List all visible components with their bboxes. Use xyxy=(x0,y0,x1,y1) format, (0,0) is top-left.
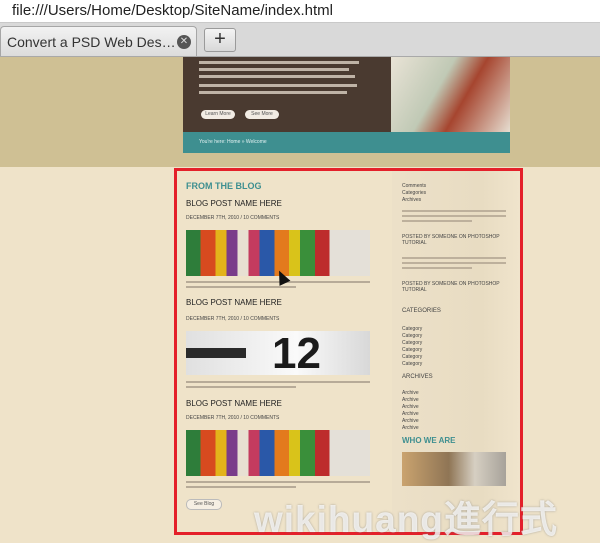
sidebar-link[interactable]: Archives xyxy=(402,197,421,203)
sidebar-text-line xyxy=(402,257,506,259)
sidebar-link[interactable]: Categories xyxy=(402,190,426,196)
breadcrumb: You're here: Home » Welcome xyxy=(199,139,267,145)
hero-text-line xyxy=(199,68,349,71)
post-image-pencils xyxy=(186,430,370,476)
category-link[interactable]: Category xyxy=(402,361,422,367)
clock-hand xyxy=(186,348,246,358)
post-title[interactable]: BLOG POST NAME HERE xyxy=(186,199,282,208)
blog-section-title: FROM THE BLOG xyxy=(186,181,262,191)
sidebar-text-line xyxy=(402,215,506,217)
hero-section: Learn More See More xyxy=(183,57,510,132)
who-we-are-title: WHO WE ARE xyxy=(402,436,456,445)
sidebar-text-line xyxy=(402,220,472,222)
breadcrumb-bar: You're here: Home » Welcome xyxy=(183,132,510,153)
sidebar-text-line xyxy=(402,210,506,212)
clock-number: 12 xyxy=(272,329,321,378)
tab-active[interactable]: Convert a PSD Web Des… ✕ xyxy=(0,26,197,56)
archive-link[interactable]: Archive xyxy=(402,425,419,431)
hero-text-line xyxy=(199,75,355,78)
archive-link[interactable]: Archive xyxy=(402,397,419,403)
post-excerpt-line xyxy=(186,486,296,488)
post-date: DECEMBER 7TH, 2010 / 10 COMMENTS xyxy=(186,316,280,322)
post-excerpt-line xyxy=(186,381,370,383)
archive-link[interactable]: Archive xyxy=(402,390,419,396)
post-title[interactable]: BLOG POST NAME HERE xyxy=(186,298,282,307)
archive-link[interactable]: Archive xyxy=(402,411,419,417)
post-title[interactable]: BLOG POST NAME HERE xyxy=(186,399,282,408)
hero-text-line xyxy=(199,61,359,64)
post-image-clock: 12 xyxy=(186,329,370,378)
post-image-pencils xyxy=(186,230,370,276)
categories-title: CATEGORIES xyxy=(402,308,441,314)
post-excerpt-line xyxy=(186,386,296,388)
see-more-button[interactable]: See More xyxy=(245,110,279,119)
post-date: DECEMBER 7TH, 2010 / 10 COMMENTS xyxy=(186,415,280,421)
category-link[interactable]: Category xyxy=(402,354,422,360)
post-date: DECEMBER 7TH, 2010 / 10 COMMENTS xyxy=(186,215,280,221)
tab-title: Convert a PSD Web Des… xyxy=(7,34,176,50)
archive-link[interactable]: Archive xyxy=(402,418,419,424)
sidebar-text-line xyxy=(402,262,506,264)
category-link[interactable]: Category xyxy=(402,326,422,332)
who-we-are-image xyxy=(402,452,506,486)
sidebar-text-line xyxy=(402,267,472,269)
address-text: file:///Users/Home/Desktop/SiteName/inde… xyxy=(12,2,333,19)
close-tab-icon[interactable]: ✕ xyxy=(177,35,191,49)
watermark-logo: wikihuang進行式 xyxy=(254,499,558,540)
posted-by: POSTED BY SOMEONE ON PHOTOSHOP TUTORIAL xyxy=(402,281,500,293)
category-link[interactable]: Category xyxy=(402,340,422,346)
post-excerpt-line xyxy=(186,481,370,483)
archive-link[interactable]: Archive xyxy=(402,404,419,410)
see-blog-button[interactable]: See Blog xyxy=(186,499,222,510)
category-link[interactable]: Category xyxy=(402,333,422,339)
learn-more-button[interactable]: Learn More xyxy=(201,110,235,119)
category-link[interactable]: Category xyxy=(402,347,422,353)
address-bar[interactable]: file:///Users/Home/Desktop/SiteName/inde… xyxy=(0,0,600,23)
hero-image xyxy=(391,57,510,132)
hero-text-line xyxy=(199,84,357,87)
tab-bar: Convert a PSD Web Des… ✕ + xyxy=(0,23,600,57)
post-excerpt-line xyxy=(186,286,296,288)
sidebar-link[interactable]: Comments xyxy=(402,183,426,189)
new-tab-button[interactable]: + xyxy=(204,28,236,52)
posted-by: POSTED BY SOMEONE ON PHOTOSHOP TUTORIAL xyxy=(402,234,500,246)
archives-title: ARCHIVES xyxy=(402,374,433,380)
hero-text-line xyxy=(199,91,347,94)
